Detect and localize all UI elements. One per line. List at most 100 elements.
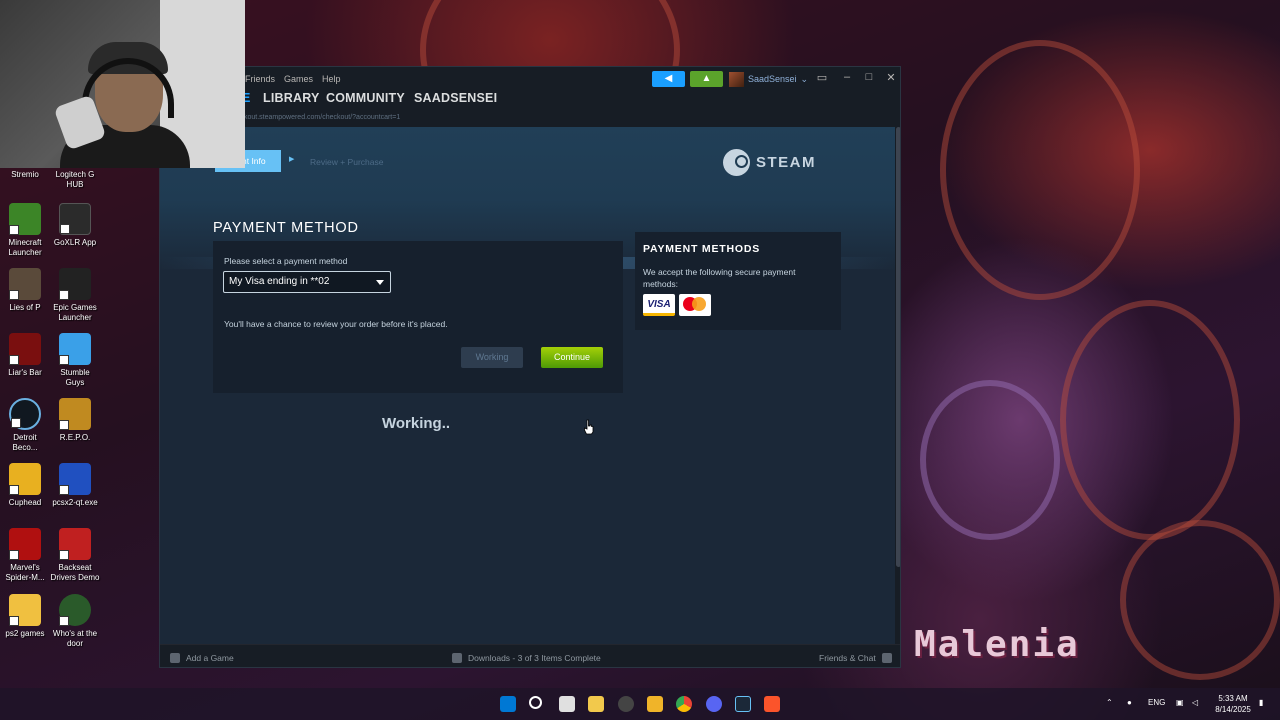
chrome-icon[interactable]: [676, 696, 692, 712]
lies-of-p-icon: [9, 268, 41, 300]
desktop-icon-epic[interactable]: Epic Games Launcher: [50, 268, 100, 323]
wallpaper-vein: [920, 380, 1060, 540]
stumble-guys-icon: [59, 333, 91, 365]
steam-window: Friends Games Help ◀ ▲ SaadSensei ⌄ ▭ – …: [159, 66, 901, 668]
brave-icon[interactable]: [764, 696, 780, 712]
desktop-icon-lies-of-p[interactable]: Lies of P: [0, 268, 50, 313]
search-icon[interactable]: [529, 696, 542, 709]
menu-help[interactable]: Help: [322, 74, 341, 84]
plus-icon: [170, 653, 180, 663]
discord-icon[interactable]: [706, 696, 722, 712]
store-icon[interactable]: [588, 696, 604, 712]
desktop-icon-label: Cuphead: [8, 498, 42, 507]
desktop-icon-label: Minecraft Launcher: [8, 238, 42, 257]
desktop-icon-spiderman[interactable]: Marvel's Spider-M...: [0, 528, 50, 583]
epic-games-icon: [59, 268, 91, 300]
chevron-down-icon: [376, 280, 384, 285]
mastercard-orange-circle: [692, 297, 706, 311]
menu-friends[interactable]: Friends: [245, 74, 275, 84]
desktop-icon-goxlr[interactable]: GoXLR App: [50, 203, 100, 248]
desktop-icon-label: Epic Games Launcher: [53, 303, 97, 322]
chevron-up-icon[interactable]: ⌃: [1106, 698, 1113, 707]
chat-icon: [881, 653, 892, 663]
main-nav: E LIBRARY COMMUNITY SAADSENSEI: [160, 91, 900, 115]
obs-icon[interactable]: [618, 696, 634, 712]
payment-method-selected: My Visa ending in **02: [229, 276, 330, 287]
goxlr-icon: [59, 203, 91, 235]
desktop-icon-backseat[interactable]: Backseat Drivers Demo: [50, 528, 100, 583]
spiderman-icon: [9, 528, 41, 560]
desktop-icon-pcsx2[interactable]: pcsx2-qt.exe: [50, 463, 100, 508]
windows-start-icon[interactable]: [500, 696, 516, 712]
steam-taskbar-icon[interactable]: [735, 696, 751, 712]
friends-chat-label: Friends & Chat: [819, 653, 876, 663]
language-indicator[interactable]: ENG: [1148, 698, 1165, 707]
payment-methods-text: We accept the following secure payment m…: [643, 267, 796, 289]
desktop-icon-repo[interactable]: R.E.P.O.: [50, 398, 100, 443]
system-clock[interactable]: 5:33 AM 8/14/2025: [1210, 693, 1256, 715]
payment-methods-title: PAYMENT METHODS: [643, 243, 761, 255]
username: SaadSensei: [748, 74, 797, 84]
notification-center-icon[interactable]: ▮: [1259, 698, 1263, 707]
nav-profile[interactable]: SAADSENSEI: [414, 91, 497, 105]
minecraft-icon: [9, 203, 41, 235]
scrollbar[interactable]: [896, 127, 900, 567]
pcsx2-icon: [59, 463, 91, 495]
close-icon[interactable]: ✕: [884, 71, 898, 84]
desktop-icon-liars-bar[interactable]: Liar's Bar: [0, 333, 50, 378]
desktop-icon-ps2-games[interactable]: ps2 games: [0, 594, 50, 639]
whos-at-door-icon: [59, 594, 91, 626]
desktop-icon-logitech[interactable]: Logitech G HUB: [50, 170, 100, 190]
nav-library[interactable]: LIBRARY: [263, 91, 320, 105]
avatar: [729, 71, 744, 87]
big-picture-icon[interactable]: ▭: [815, 71, 829, 84]
cuphead-icon: [9, 463, 41, 495]
continue-button[interactable]: Continue: [541, 347, 603, 368]
desktop-icon-detroit[interactable]: Detroit Beco...: [0, 398, 50, 453]
repo-icon: [59, 398, 91, 430]
checkout-page: nt Info ▶ Review + Purchase STEAM PAYMEN…: [160, 127, 895, 644]
user-menu[interactable]: SaadSensei ⌄: [729, 71, 808, 87]
review-note: You'll have a chance to review your orde…: [224, 319, 448, 329]
downloads-status[interactable]: Downloads - 3 of 3 Items Complete: [452, 653, 601, 663]
network-icon[interactable]: ▣: [1176, 698, 1184, 707]
title-bar: Friends Games Help ◀ ▲ SaadSensei ⌄ ▭ – …: [160, 67, 900, 91]
add-game-button[interactable]: Add a Game: [170, 653, 234, 663]
file-explorer-icon[interactable]: [647, 696, 663, 712]
desktop-icon-whos-at-door[interactable]: Who's at the door: [50, 594, 100, 649]
backseat-drivers-icon: [59, 528, 91, 560]
menu-games[interactable]: Games: [284, 74, 313, 84]
minimize-icon[interactable]: –: [840, 71, 854, 83]
nav-community[interactable]: COMMUNITY: [326, 91, 405, 105]
desktop-icon-stumble-guys[interactable]: Stumble Guys: [50, 333, 100, 388]
chevron-down-icon: ⌄: [800, 73, 809, 84]
folder-icon: [9, 594, 41, 626]
task-view-icon[interactable]: [559, 696, 575, 712]
microphone-icon[interactable]: ●: [1127, 698, 1132, 707]
detroit-icon: [9, 398, 41, 430]
desktop-icon-label: Liar's Bar: [8, 368, 42, 377]
desktop-icon-cuphead[interactable]: Cuphead: [0, 463, 50, 508]
desktop-icon-label: pcsx2-qt.exe: [52, 498, 98, 507]
download-icon: [452, 653, 462, 663]
mastercard-icon: [679, 294, 711, 316]
maximize-icon[interactable]: □: [862, 71, 876, 83]
working-button[interactable]: Working: [461, 347, 523, 368]
steam-logo: STEAM: [723, 149, 816, 176]
desktop-icon-label: ps2 games: [5, 629, 45, 638]
steam-logo-icon: [723, 149, 750, 176]
desktop-icon-label: Backseat Drivers Demo: [50, 563, 100, 582]
desktop-icon-stremio[interactable]: Stremio: [0, 170, 50, 180]
desktop-icon-label: Detroit Beco...: [12, 433, 38, 452]
announcements-button[interactable]: ◀: [652, 71, 685, 87]
desktop-icon-label: Logitech G HUB: [55, 170, 95, 189]
notifications-button[interactable]: ▲: [690, 71, 723, 87]
wallpaper-vein: [940, 40, 1140, 300]
payment-method-select[interactable]: My Visa ending in **02: [223, 271, 391, 293]
webcam-overlay: [0, 0, 245, 168]
menu-bar: Friends Games Help: [245, 74, 341, 84]
volume-icon[interactable]: ◁: [1192, 698, 1198, 707]
desktop-icon-minecraft[interactable]: Minecraft Launcher: [0, 203, 50, 258]
friends-chat-button[interactable]: Friends & Chat: [819, 653, 892, 663]
desktop-icon-label: R.E.P.O.: [59, 433, 91, 442]
